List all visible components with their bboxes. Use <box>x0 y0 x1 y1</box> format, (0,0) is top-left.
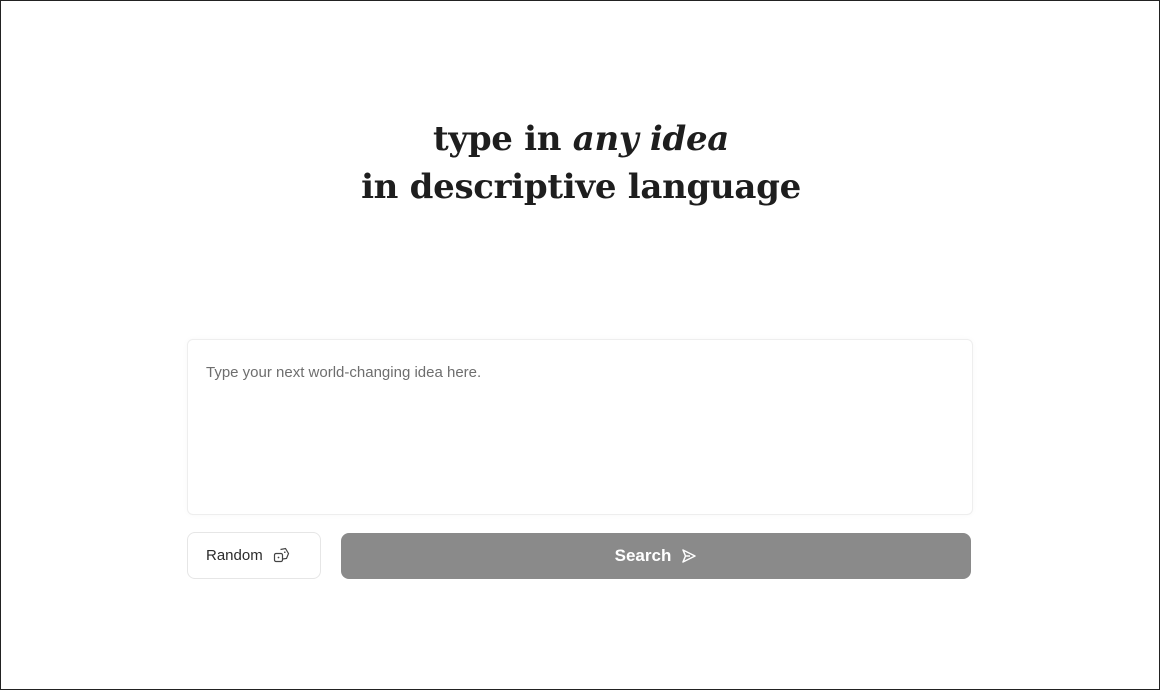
send-icon <box>681 548 697 564</box>
idea-input[interactable] <box>206 364 946 504</box>
title-emphasis: any idea <box>572 119 730 159</box>
idea-input-card <box>187 339 973 515</box>
random-button-label: Random <box>206 547 263 564</box>
search-button[interactable]: Search <box>341 533 971 579</box>
app-window: type in any idea in descriptive language… <box>0 0 1160 690</box>
page-title: type in any idea in descriptive language <box>1 115 1160 211</box>
search-button-label: Search <box>614 546 672 565</box>
dice-icon <box>273 547 290 564</box>
title-line-1: type in any idea <box>433 119 729 159</box>
title-line-2: in descriptive language <box>361 167 801 207</box>
title-prefix: type in <box>432 119 573 159</box>
random-button[interactable]: Random <box>187 532 321 579</box>
